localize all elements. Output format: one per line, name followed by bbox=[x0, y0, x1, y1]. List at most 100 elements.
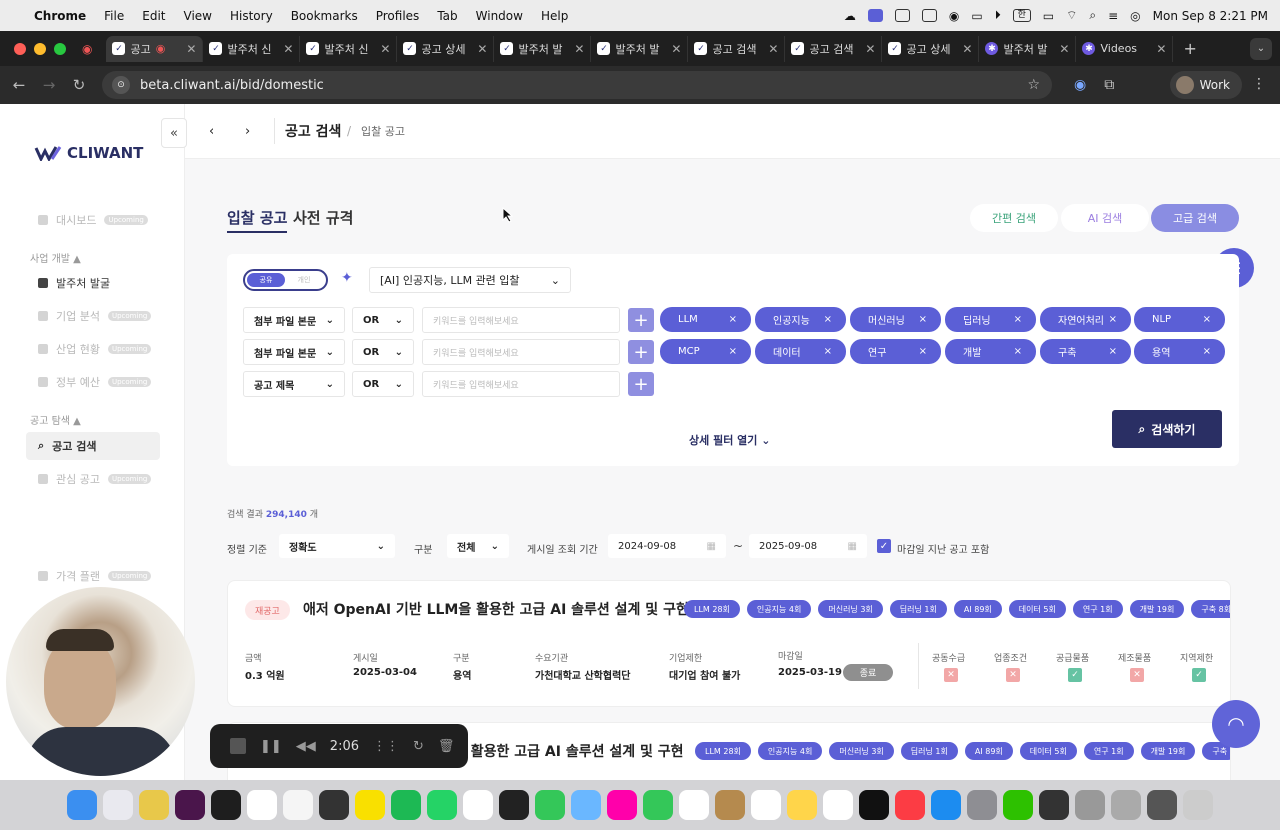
launchpad-icon[interactable] bbox=[103, 790, 133, 820]
close-tab-icon[interactable]: ✕ bbox=[283, 42, 293, 56]
sidebar-item-pricing[interactable]: 가격 플랜 Upcoming bbox=[26, 562, 160, 590]
sidebar-section-business[interactable]: 사업 개발 ▲ bbox=[30, 250, 81, 265]
share-toggle[interactable]: 공유 개인 bbox=[243, 269, 328, 291]
close-icon[interactable]: × bbox=[1109, 314, 1117, 325]
menu-edit[interactable]: Edit bbox=[142, 9, 165, 23]
screenshot-icon[interactable] bbox=[1147, 790, 1177, 820]
operator-select-2[interactable]: OR ⌄ bbox=[352, 339, 414, 365]
tab-10[interactable]: ✱ Videos ✕ bbox=[1076, 35, 1174, 62]
menu-bookmarks[interactable]: Bookmarks bbox=[291, 9, 358, 23]
tab-3[interactable]: ✓ 공고 상세 ✕ bbox=[397, 35, 495, 62]
close-icon[interactable]: × bbox=[1203, 346, 1211, 357]
close-icon[interactable]: × bbox=[1203, 314, 1211, 325]
pause-icon[interactable]: ❚❚ bbox=[260, 739, 282, 754]
slack-icon[interactable] bbox=[175, 790, 205, 820]
keyword-chip[interactable]: LLM × bbox=[660, 307, 751, 332]
keyword-chip[interactable]: 데이터 × bbox=[755, 339, 846, 364]
tab-9[interactable]: ✱ 발주처 발 ✕ bbox=[979, 35, 1077, 62]
reminders-icon[interactable] bbox=[751, 790, 781, 820]
keyword-chip[interactable]: NLP × bbox=[1134, 307, 1225, 332]
spotify-icon[interactable] bbox=[391, 790, 421, 820]
keyword-chip[interactable]: MCP × bbox=[660, 339, 751, 364]
app-store-icon[interactable] bbox=[931, 790, 961, 820]
close-icon[interactable]: × bbox=[1109, 346, 1117, 357]
finder-icon[interactable] bbox=[67, 790, 97, 820]
bookmark-star-icon[interactable]: ☆ bbox=[1027, 77, 1040, 93]
close-icon[interactable]: × bbox=[824, 346, 832, 357]
notes-icon[interactable] bbox=[787, 790, 817, 820]
preview-icon[interactable] bbox=[1075, 790, 1105, 820]
freeform-icon[interactable] bbox=[823, 790, 853, 820]
close-icon[interactable]: × bbox=[729, 314, 737, 325]
close-tab-icon[interactable]: ✕ bbox=[1059, 42, 1069, 56]
search-icon[interactable]: ⌕ bbox=[1089, 8, 1096, 23]
add-keyword-button-1[interactable]: + bbox=[628, 308, 654, 332]
close-tab-icon[interactable]: ✕ bbox=[477, 42, 487, 56]
grid-icon[interactable]: ⋮⋮ bbox=[373, 739, 399, 754]
voice-memos-icon[interactable] bbox=[1039, 790, 1069, 820]
keyword-chip[interactable]: 연구 × bbox=[850, 339, 941, 364]
calendar-icon[interactable]: ▦ bbox=[848, 541, 857, 552]
history-back-icon[interactable]: ‹ bbox=[209, 124, 214, 139]
keyword-chip[interactable]: 구축 × bbox=[1040, 339, 1131, 364]
notice-title[interactable]: 을 활용한 고급 AI 솔루션 설계 및 구현 bbox=[453, 741, 683, 761]
menubar-clock[interactable]: Mon Sep 8 2:21 PM bbox=[1153, 9, 1268, 23]
figma-icon[interactable] bbox=[211, 790, 241, 820]
keyword-chip[interactable]: 개발 × bbox=[945, 339, 1036, 364]
messages-icon[interactable] bbox=[535, 790, 565, 820]
facetime-icon[interactable] bbox=[643, 790, 673, 820]
close-icon[interactable]: × bbox=[824, 314, 832, 325]
wechat-icon[interactable] bbox=[1003, 790, 1033, 820]
cloud-icon[interactable]: ☁ bbox=[844, 9, 856, 23]
operator-select-1[interactable]: OR ⌄ bbox=[352, 307, 414, 333]
close-tab-icon[interactable]: ✕ bbox=[768, 42, 778, 56]
notice-card[interactable]: 재공고 애저 OpenAI 기반 LLM을 활용한 고급 AI 솔루션 설계 및… bbox=[227, 580, 1231, 707]
address-bar[interactable]: ⊙ beta.cliwant.ai/bid/domestic ☆ bbox=[102, 71, 1052, 99]
calendar-icon[interactable] bbox=[679, 790, 709, 820]
keyword-chip[interactable]: 머신러닝 × bbox=[850, 307, 941, 332]
pinned-tab-icon[interactable]: ◉ bbox=[82, 42, 92, 56]
tab-search-button[interactable]: ⌄ bbox=[1250, 37, 1272, 60]
forward-icon[interactable]: → bbox=[34, 76, 64, 94]
screen-record-icon[interactable] bbox=[867, 9, 883, 22]
field-select-1[interactable]: 첨부 파일 본문 ⌄ bbox=[243, 307, 345, 333]
keyword-chip[interactable]: 용역 × bbox=[1134, 339, 1225, 364]
menu-file[interactable]: File bbox=[104, 9, 124, 23]
toggle-share[interactable]: 공유 bbox=[247, 273, 285, 287]
close-tab-icon[interactable]: ✕ bbox=[962, 42, 972, 56]
whatsapp-icon[interactable] bbox=[427, 790, 457, 820]
tab-pre-spec[interactable]: 사전 규격 bbox=[293, 207, 353, 228]
field-select-3[interactable]: 공고 제목 ⌄ bbox=[243, 371, 345, 397]
close-icon[interactable]: × bbox=[919, 314, 927, 325]
sidebar-item-favorites[interactable]: 관심 공고 Upcoming bbox=[26, 465, 160, 493]
include-expired-checkbox[interactable]: ✓ bbox=[877, 539, 891, 553]
menu-history[interactable]: History bbox=[230, 9, 273, 23]
keyword-chip[interactable]: 자연어처리 × bbox=[1040, 307, 1131, 332]
input-method-indicator[interactable]: 한 bbox=[1012, 9, 1031, 22]
add-keyword-button-2[interactable]: + bbox=[628, 340, 654, 364]
record-icon[interactable]: ◉ bbox=[949, 9, 959, 23]
close-tab-icon[interactable]: ✕ bbox=[186, 42, 196, 56]
keyword-input-3[interactable]: 키워드를 입력해보세요 bbox=[422, 371, 620, 397]
preset-select[interactable]: [AI] 인공지능, LLM 관련 입찰 ⌄ bbox=[369, 267, 571, 293]
restart-icon[interactable]: ↻ bbox=[413, 739, 424, 754]
sidebar-item-industry[interactable]: 산업 현황 Upcoming bbox=[26, 335, 160, 363]
minimize-window-button[interactable] bbox=[34, 42, 46, 55]
notice-title[interactable]: 애저 OpenAI 기반 LLM을 활용한 고급 AI 솔루션 설계 및 구현 bbox=[303, 599, 689, 619]
kebab-menu-icon[interactable]: ⋮ bbox=[1252, 76, 1266, 92]
menu-app-name[interactable]: Chrome bbox=[34, 9, 86, 23]
extensions-puzzle-icon[interactable]: ⧉ bbox=[1104, 77, 1114, 93]
pin-icon[interactable]: ✦ bbox=[341, 270, 353, 286]
tab-6[interactable]: ✓ 공고 검색 ✕ bbox=[688, 35, 786, 62]
field-select-2[interactable]: 첨부 파일 본문 ⌄ bbox=[243, 339, 345, 365]
document-icon[interactable] bbox=[1111, 790, 1141, 820]
keyword-input-2[interactable]: 키워드를 입력해보세요 bbox=[422, 339, 620, 365]
support-headset-button[interactable]: ◠ bbox=[1212, 700, 1260, 748]
tab-1[interactable]: ✓ 발주처 신 ✕ bbox=[203, 35, 301, 62]
collapse-sidebar-button[interactable]: « bbox=[161, 118, 187, 148]
window-icon[interactable]: ▭ bbox=[971, 9, 982, 23]
close-window-button[interactable] bbox=[14, 42, 26, 55]
sidebar-item-discover[interactable]: 발주처 발굴 bbox=[26, 269, 160, 297]
new-tab-button[interactable]: + bbox=[1183, 39, 1196, 58]
close-icon[interactable]: × bbox=[1014, 346, 1022, 357]
